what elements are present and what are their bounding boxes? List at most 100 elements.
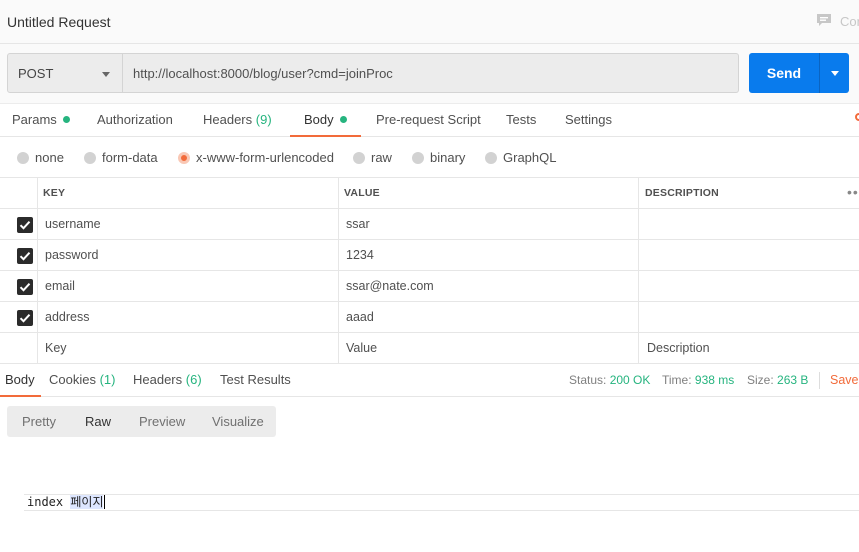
row-key[interactable]: email bbox=[45, 271, 75, 302]
response-tab-cookies-count: (1) bbox=[99, 372, 116, 387]
radio-binary-label: binary bbox=[430, 150, 466, 165]
row-value[interactable]: ssar@nate.com bbox=[346, 271, 434, 302]
radio-form-data[interactable]: form-data bbox=[84, 150, 158, 166]
tab-tests-label: Tests bbox=[506, 112, 537, 127]
table-header-row: KEY VALUE DESCRIPTION ••• bbox=[0, 178, 859, 209]
response-tab-test-results-label: Test Results bbox=[220, 372, 291, 387]
column-header-value: VALUE bbox=[344, 187, 380, 199]
radio-graphql[interactable]: GraphQL bbox=[485, 150, 556, 166]
response-body-text[interactable]: index 페이지 bbox=[27, 494, 106, 510]
new-key-input[interactable]: Key bbox=[45, 333, 67, 364]
time-value: 938 ms bbox=[694, 373, 735, 387]
tab-body-label: Body bbox=[304, 112, 334, 127]
mode-pretty[interactable]: Pretty bbox=[22, 406, 56, 437]
size-label: Size: bbox=[747, 373, 774, 387]
cookies-link-icon[interactable] bbox=[855, 113, 859, 121]
checkbox-checked-icon[interactable] bbox=[17, 310, 33, 326]
row-key[interactable]: username bbox=[45, 209, 101, 240]
tab-headers[interactable]: Headers (9) bbox=[203, 104, 272, 137]
view-mode-selector: Pretty Raw Preview Visualize bbox=[7, 406, 276, 437]
row-key[interactable]: address bbox=[45, 302, 89, 333]
time-readout[interactable]: Time: 938 ms bbox=[662, 373, 734, 387]
body-type-selector: none form-data x-www-form-urlencoded raw… bbox=[0, 137, 859, 178]
table-row: address aaad bbox=[0, 302, 859, 333]
status-dot-icon bbox=[339, 116, 347, 124]
radio-icon bbox=[353, 151, 365, 164]
chevron-down-icon bbox=[102, 72, 110, 77]
row-value[interactable]: 1234 bbox=[346, 240, 374, 271]
table-row: email ssar@nate.com bbox=[0, 271, 859, 302]
radio-graphql-label: GraphQL bbox=[503, 150, 557, 165]
method-value: POST bbox=[18, 66, 54, 81]
method-select[interactable]: POST bbox=[7, 53, 123, 93]
response-tab-cookies[interactable]: Cookies (1) bbox=[49, 364, 115, 397]
column-header-description: DESCRIPTION bbox=[645, 187, 719, 199]
status-readout[interactable]: Status: 200 OK bbox=[569, 373, 650, 387]
more-options-icon[interactable]: ••• bbox=[847, 178, 859, 207]
send-button[interactable]: Send bbox=[749, 53, 819, 93]
checkbox-checked-icon[interactable] bbox=[17, 217, 33, 233]
radio-binary[interactable]: binary bbox=[412, 150, 465, 166]
request-title-bar: Untitled Request Cor bbox=[0, 0, 859, 44]
comments-label[interactable]: Cor bbox=[840, 14, 859, 29]
row-value[interactable]: aaad bbox=[346, 302, 374, 333]
time-label: Time: bbox=[662, 373, 692, 387]
response-tab-body-label: Body bbox=[5, 372, 35, 387]
tab-pre-request-script[interactable]: Pre-request Script bbox=[376, 104, 481, 137]
mode-raw[interactable]: Raw bbox=[85, 406, 111, 437]
radio-raw[interactable]: raw bbox=[353, 150, 392, 166]
url-input[interactable] bbox=[123, 53, 739, 93]
mode-preview[interactable]: Preview bbox=[139, 406, 185, 437]
response-tab-cookies-label: Cookies bbox=[49, 372, 96, 387]
tab-settings[interactable]: Settings bbox=[565, 104, 612, 137]
status-label: Status: bbox=[569, 373, 607, 387]
tab-headers-label: Headers bbox=[203, 112, 253, 127]
row-key[interactable]: password bbox=[45, 240, 99, 271]
new-value-input[interactable]: Value bbox=[346, 333, 377, 364]
new-description-input[interactable]: Description bbox=[647, 333, 710, 364]
chevron-down-icon bbox=[831, 71, 839, 76]
tab-authorization[interactable]: Authorization bbox=[97, 104, 173, 137]
table-row: username ssar bbox=[0, 209, 859, 240]
response-text-plain: index bbox=[27, 495, 71, 509]
radio-urlencoded-label: x-www-form-urlencoded bbox=[196, 150, 334, 165]
comment-icon[interactable] bbox=[816, 13, 832, 27]
mode-visualize[interactable]: Visualize bbox=[212, 406, 264, 437]
radio-none[interactable]: none bbox=[17, 150, 64, 166]
size-readout[interactable]: Size: 263 B bbox=[747, 373, 808, 387]
radio-selected-icon bbox=[178, 151, 190, 164]
request-title[interactable]: Untitled Request bbox=[7, 14, 111, 30]
checkbox-checked-icon[interactable] bbox=[17, 248, 33, 264]
request-tabs: Params Authorization Headers (9) Body Pr… bbox=[0, 104, 859, 137]
response-body-editor[interactable]: index 페이지 bbox=[24, 494, 859, 511]
radio-raw-label: raw bbox=[371, 150, 392, 165]
save-response-button[interactable]: Save bbox=[830, 373, 859, 387]
status-dot-icon bbox=[62, 116, 70, 124]
row-value[interactable]: ssar bbox=[346, 209, 370, 240]
response-tab-headers-count: (6) bbox=[185, 372, 202, 387]
radio-icon bbox=[84, 151, 96, 164]
tab-authorization-label: Authorization bbox=[97, 112, 173, 127]
radio-icon bbox=[412, 151, 424, 164]
tab-settings-label: Settings bbox=[565, 112, 612, 127]
response-tab-test-results[interactable]: Test Results bbox=[220, 364, 291, 397]
checkbox-checked-icon[interactable] bbox=[17, 279, 33, 295]
tab-body[interactable]: Body bbox=[290, 104, 361, 137]
divider bbox=[819, 372, 820, 389]
tab-params-label: Params bbox=[12, 112, 57, 127]
response-tab-headers-label: Headers bbox=[133, 372, 183, 387]
url-bar: POST Send bbox=[0, 44, 859, 104]
column-header-key: KEY bbox=[43, 187, 66, 199]
tab-headers-count: (9) bbox=[255, 112, 272, 127]
radio-icon bbox=[485, 151, 497, 164]
response-bar: Body Cookies (1) Headers (6) Test Result… bbox=[0, 364, 859, 397]
response-tab-body[interactable]: Body bbox=[0, 364, 41, 397]
tab-params[interactable]: Params bbox=[12, 104, 70, 137]
tab-tests[interactable]: Tests bbox=[506, 104, 536, 137]
radio-icon bbox=[17, 151, 29, 164]
response-tab-headers[interactable]: Headers (6) bbox=[133, 364, 202, 397]
radio-x-www-form-urlencoded[interactable]: x-www-form-urlencoded bbox=[178, 150, 334, 166]
response-text-selected: 페이지 bbox=[70, 495, 104, 509]
table-row-new: Key Value Description bbox=[0, 333, 859, 364]
send-options-button[interactable] bbox=[819, 53, 849, 93]
